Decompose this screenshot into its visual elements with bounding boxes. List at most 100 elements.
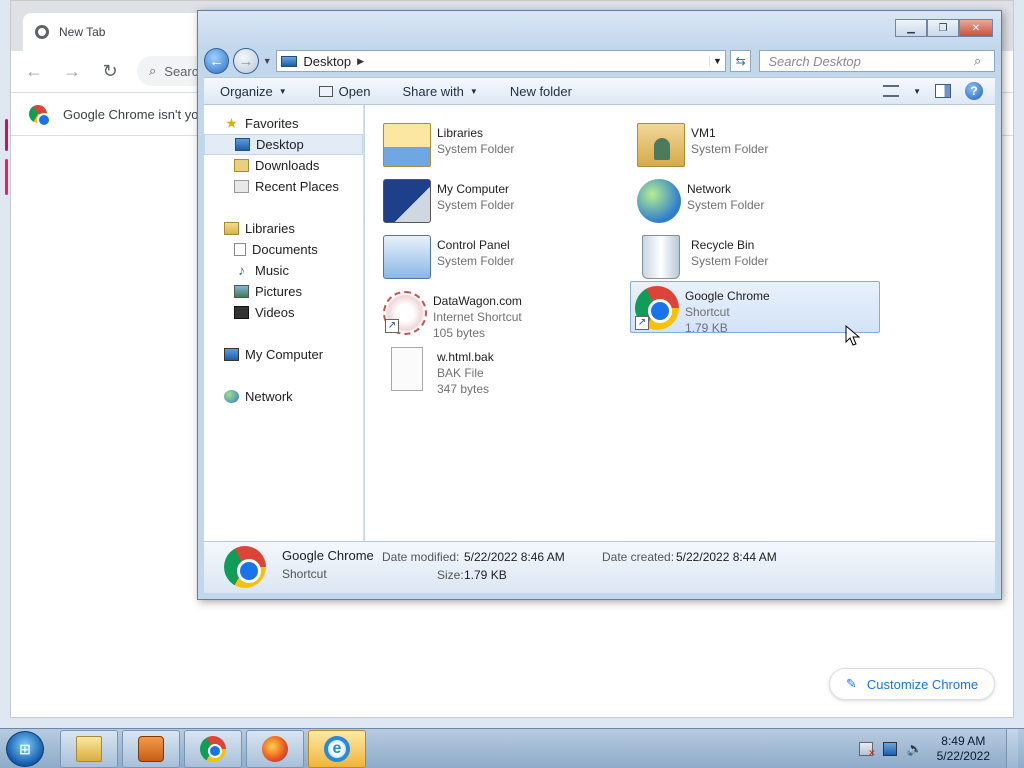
item-w-html-bak[interactable]: w.html.bak BAK File 347 bytes [379, 343, 629, 396]
reload-icon[interactable]: ↻ [99, 61, 121, 82]
size-value: 1.79 KB [464, 568, 507, 582]
open-button[interactable]: Open [303, 84, 387, 99]
nav-documents[interactable]: Documents [204, 239, 363, 260]
desktop-icon [235, 138, 250, 151]
item-type: System Folder [437, 142, 515, 156]
explorer-titlebar[interactable]: ▁ ❐ ✕ [198, 11, 1001, 45]
search-input[interactable]: Search Desktop ⌕ [759, 50, 995, 72]
nav-label: My Computer [245, 347, 324, 362]
network-tray-icon[interactable] [882, 742, 897, 756]
organize-button[interactable]: Organize ▼ [204, 84, 303, 99]
nav-label: Network [245, 389, 293, 404]
chevron-down-icon: ▼ [278, 86, 287, 96]
refresh-button[interactable]: ⇆ [729, 50, 752, 72]
item-vm1[interactable]: VM1 System Folder [633, 119, 883, 171]
organize-label: Organize [220, 83, 273, 99]
forward-arrow-icon[interactable]: → [61, 61, 83, 82]
view-dropdown-icon[interactable]: ▼ [913, 87, 921, 96]
chevron-down-icon: ▼ [469, 86, 478, 96]
star-icon: ★ [225, 115, 238, 131]
taskbar-firefox-button[interactable] [246, 730, 304, 768]
item-control-panel[interactable]: Control Panel System Folder [379, 231, 629, 283]
item-network[interactable]: Network System Folder [633, 175, 883, 227]
item-google-chrome[interactable]: ↗ Google Chrome Shortcut 1.79 KB [630, 281, 880, 335]
share-with-button[interactable]: Share with ▼ [386, 84, 493, 99]
back-arrow-icon[interactable]: ← [23, 61, 45, 82]
taskbar-chrome-button[interactable] [184, 730, 242, 768]
minimize-button[interactable]: ▁ [895, 19, 927, 37]
taskbar-media-player-button[interactable] [122, 730, 180, 768]
address-text[interactable]: Desktop [303, 54, 351, 69]
shortcut-arrow-icon: ↗ [385, 319, 399, 333]
item-type: System Folder [691, 142, 769, 156]
preview-pane-icon[interactable] [935, 84, 951, 98]
details-pane: Google Chrome Shortcut Date modified: 5/… [204, 541, 995, 593]
customize-chrome-button[interactable]: ✎ Customize Chrome [829, 668, 995, 700]
recent-pages-dropdown-icon[interactable]: ▼ [263, 56, 273, 66]
item-recycle-bin[interactable]: Recycle Bin System Folder [633, 231, 883, 283]
chrome-tab-title: New Tab [59, 25, 106, 39]
date-created-label: Date created: [602, 550, 675, 564]
command-bar: Organize ▼ Open Share with ▼ New folder … [204, 77, 995, 105]
search-icon[interactable]: ⌕ [974, 53, 994, 69]
nav-label: Recent Places [255, 179, 339, 194]
close-button[interactable]: ✕ [959, 19, 993, 37]
nav-favorites[interactable]: ★ Favorites [204, 113, 363, 134]
network-icon [224, 390, 239, 403]
new-folder-button[interactable]: New folder [494, 84, 588, 99]
forward-button[interactable]: → [233, 48, 259, 74]
taskbar: ⊞ e 🔈 8:49 AM 5/22/2022 [0, 728, 1024, 768]
action-center-icon[interactable] [858, 742, 876, 759]
nav-my-computer[interactable]: My Computer [204, 344, 363, 365]
search-placeholder: Search Desktop [768, 53, 861, 69]
nav-videos[interactable]: Videos [204, 302, 363, 323]
videos-icon [234, 306, 249, 319]
show-desktop-button[interactable] [1006, 729, 1018, 768]
chrome-icon [200, 736, 226, 762]
network-icon [637, 179, 681, 223]
change-view-icon[interactable] [883, 85, 900, 97]
restore-button[interactable]: ❐ [927, 19, 959, 37]
start-button[interactable]: ⊞ [6, 731, 44, 767]
item-datawagon[interactable]: ↗ DataWagon.com Internet Shortcut 105 byte… [379, 287, 629, 340]
nav-label: Downloads [255, 158, 320, 173]
internet-explorer-icon: e [324, 736, 350, 762]
address-row: ← → ▼ Desktop ▶ ▼ ⇆ Search Desktop ⌕ [204, 45, 995, 77]
open-label: Open [338, 83, 371, 99]
back-button[interactable]: ← [204, 48, 230, 74]
breadcrumb-chevron-icon[interactable]: ▶ [357, 56, 364, 67]
computer-icon [383, 179, 431, 223]
nav-music[interactable]: ♪ Music [204, 260, 363, 281]
item-size: 1.79 KB [685, 321, 728, 335]
nav-pictures[interactable]: Pictures [204, 281, 363, 302]
nav-downloads[interactable]: Downloads [204, 155, 363, 176]
volume-icon[interactable]: 🔈 [907, 742, 923, 756]
nav-desktop[interactable]: Desktop [204, 134, 363, 155]
date-created-value: 5/22/2022 8:44 AM [676, 550, 777, 564]
nav-libraries[interactable]: Libraries [204, 218, 363, 239]
navigation-pane: ★ Favorites Desktop Downloads Recent Pla… [204, 105, 364, 541]
chrome-tab-new-tab[interactable]: New Tab [23, 13, 223, 51]
item-name: Network [687, 182, 732, 196]
item-name: Recycle Bin [691, 238, 755, 252]
music-icon: ♪ [238, 262, 245, 278]
item-libraries[interactable]: Libraries System Folder [379, 119, 629, 171]
taskbar-explorer-button[interactable] [60, 730, 118, 768]
address-dropdown-icon[interactable]: ▼ [708, 56, 725, 66]
help-icon[interactable]: ? [965, 82, 983, 100]
file-list: Libraries System Folder VM1 System Folder … [365, 105, 995, 541]
media-player-icon [138, 736, 164, 762]
clock[interactable]: 8:49 AM 5/22/2022 [931, 734, 996, 764]
nav-recent-places[interactable]: Recent Places [204, 176, 363, 197]
open-icon [318, 85, 333, 97]
taskbar-ie-button[interactable]: e [308, 730, 366, 768]
documents-icon [234, 243, 246, 256]
item-my-computer[interactable]: My Computer System Folder [379, 175, 629, 227]
clock-time: 8:49 AM [941, 734, 986, 748]
item-type: BAK File [437, 366, 484, 380]
user-folder-icon [637, 123, 685, 167]
pencil-icon: ✎ [846, 676, 857, 691]
nav-network[interactable]: Network [204, 386, 363, 407]
address-bar[interactable]: Desktop ▶ ▼ [276, 50, 726, 72]
item-name: VM1 [691, 126, 716, 140]
